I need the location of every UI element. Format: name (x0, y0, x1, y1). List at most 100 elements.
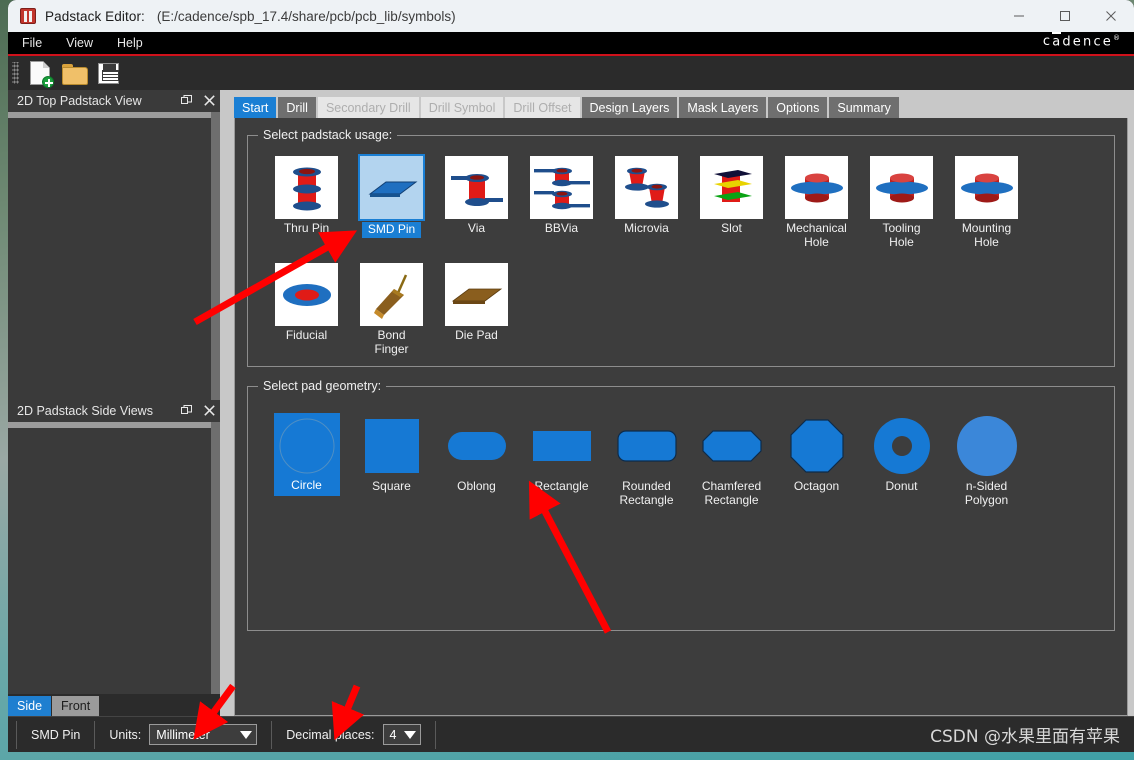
geometry-chamfered-rectangle-label: ChamferedRectangle (702, 480, 761, 507)
side-views-canvas[interactable] (8, 422, 220, 694)
via-icon (445, 156, 508, 219)
usage-thru-pin[interactable]: Thru Pin (266, 156, 347, 236)
decimal-places-value: 4 (390, 728, 397, 742)
usage-fiducial-label: Fiducial (286, 329, 327, 343)
chamfered-rectangle-shape-icon (699, 413, 765, 479)
toolbar (8, 56, 1134, 90)
donut-shape-icon (869, 413, 935, 479)
save-padstack-button[interactable] (91, 57, 125, 89)
new-padstack-icon (30, 61, 50, 85)
maximize-button[interactable] (1042, 0, 1088, 32)
usage-via[interactable]: Via (436, 156, 517, 236)
usage-via-label: Via (468, 222, 485, 236)
n-sided-polygon-shape-icon (954, 413, 1020, 479)
main-area: Start Drill Secondary Drill Drill Symbol… (234, 90, 1134, 716)
geometry-rounded-rectangle[interactable]: RoundedRectangle (606, 413, 687, 507)
thru-pin-icon (275, 156, 338, 219)
units-label: Units: (109, 728, 141, 742)
cadence-logo: cadence® (1043, 34, 1120, 49)
tab-start[interactable]: Start (234, 97, 276, 118)
usage-smd-pin[interactable]: SMD Pin (351, 156, 432, 238)
side-views-title: 2D Padstack Side Views (17, 404, 153, 418)
usage-bbvia-label: BBVia (545, 222, 578, 236)
status-padstack-type: SMD Pin (16, 721, 95, 749)
geometry-rectangle[interactable]: Rectangle (521, 413, 602, 494)
left-dock: 2D Top Padstack View (8, 90, 220, 716)
geometry-n-sided-polygon[interactable]: n-SidedPolygon (946, 413, 1027, 507)
close-icon[interactable] (202, 95, 216, 108)
geometry-donut[interactable]: Donut (861, 413, 942, 494)
chevron-down-icon (240, 731, 252, 739)
tooling-hole-icon (870, 156, 933, 219)
usage-fiducial[interactable]: Fiducial (266, 263, 347, 343)
menu-view[interactable]: View (56, 34, 103, 52)
top-padstack-view-canvas[interactable] (8, 112, 220, 400)
minimize-button[interactable] (996, 0, 1042, 32)
die-pad-icon (445, 263, 508, 326)
side-view-render-area[interactable] (8, 428, 211, 694)
dock-splitter[interactable] (220, 90, 234, 716)
top-view-render-area[interactable] (8, 118, 211, 400)
usage-bbvia[interactable]: BBVia (521, 156, 602, 236)
usage-mounting-hole[interactable]: MountingHole (946, 156, 1027, 249)
menu-file[interactable]: File (12, 34, 52, 52)
units-select[interactable]: Millimeter (149, 724, 257, 745)
application-window: Padstack Editor: (E:/cadence/spb_17.4/sh… (8, 0, 1134, 752)
padstack-usage-group: Select padstack usage: (247, 128, 1115, 367)
close-button[interactable] (1088, 0, 1134, 32)
geometry-oblong[interactable]: Oblong (436, 413, 517, 494)
usage-smd-pin-label: SMD Pin (362, 222, 421, 238)
usage-mechanical-hole[interactable]: MechanicalHole (776, 156, 857, 249)
microvia-icon (615, 156, 678, 219)
usage-die-pad[interactable]: Die Pad (436, 263, 517, 343)
usage-mechanical-hole-label: MechanicalHole (786, 222, 847, 249)
usage-slot-label: Slot (721, 222, 742, 236)
new-padstack-button[interactable] (23, 57, 57, 89)
float-icon[interactable] (179, 95, 193, 108)
title-bar: Padstack Editor: (E:/cadence/spb_17.4/sh… (8, 0, 1134, 32)
smd-pin-icon (360, 156, 423, 219)
geometry-square[interactable]: Square (351, 413, 432, 494)
window-controls (996, 0, 1134, 32)
geometry-oblong-label: Oblong (457, 480, 496, 494)
top-padstack-view-title: 2D Top Padstack View (17, 94, 142, 108)
app-icon (20, 8, 36, 24)
oblong-shape-icon (444, 413, 510, 479)
tab-drill[interactable]: Drill (278, 97, 316, 118)
menu-help[interactable]: Help (107, 34, 153, 52)
usage-bond-finger[interactable]: BondFinger (351, 263, 432, 356)
tab-options[interactable]: Options (768, 97, 827, 118)
geometry-circle-label: Circle (274, 479, 340, 496)
toolbar-grip[interactable] (12, 62, 19, 84)
side-view-vertical-scrollbar[interactable] (211, 422, 220, 694)
tab-summary[interactable]: Summary (829, 97, 898, 118)
tab-secondary-drill: Secondary Drill (318, 97, 419, 118)
geometry-circle[interactable]: Circle (266, 413, 347, 496)
geometry-rounded-rectangle-label: RoundedRectangle (619, 480, 673, 507)
tab-mask-layers[interactable]: Mask Layers (679, 97, 766, 118)
menu-bar: File View Help cadence® (8, 32, 1134, 56)
side-views-titlebar: 2D Padstack Side Views (8, 400, 220, 422)
top-padstack-view-titlebar: 2D Top Padstack View (8, 90, 220, 112)
view-tab-front[interactable]: Front (52, 696, 99, 716)
slot-icon (700, 156, 763, 219)
tab-design-layers[interactable]: Design Layers (582, 97, 678, 118)
top-view-vertical-scrollbar[interactable] (211, 112, 220, 400)
view-tab-side[interactable]: Side (8, 696, 51, 716)
padstack-usage-legend: Select padstack usage: (258, 128, 397, 142)
open-padstack-icon (62, 64, 86, 83)
float-icon[interactable] (179, 405, 193, 418)
usage-slot[interactable]: Slot (691, 156, 772, 236)
geometry-chamfered-rectangle[interactable]: ChamferedRectangle (691, 413, 772, 507)
geometry-octagon[interactable]: Octagon (776, 413, 857, 494)
decimal-places-select[interactable]: 4 (383, 724, 422, 745)
usage-tooling-hole[interactable]: ToolingHole (861, 156, 942, 249)
fiducial-icon (275, 263, 338, 326)
geometry-rectangle-label: Rectangle (534, 480, 588, 494)
close-icon[interactable] (202, 405, 216, 418)
open-padstack-button[interactable] (57, 57, 91, 89)
units-section: Units: Millimeter (95, 721, 272, 749)
usage-microvia-label: Microvia (624, 222, 669, 236)
usage-microvia[interactable]: Microvia (606, 156, 687, 236)
top-padstack-view-panel: 2D Top Padstack View (8, 90, 220, 400)
